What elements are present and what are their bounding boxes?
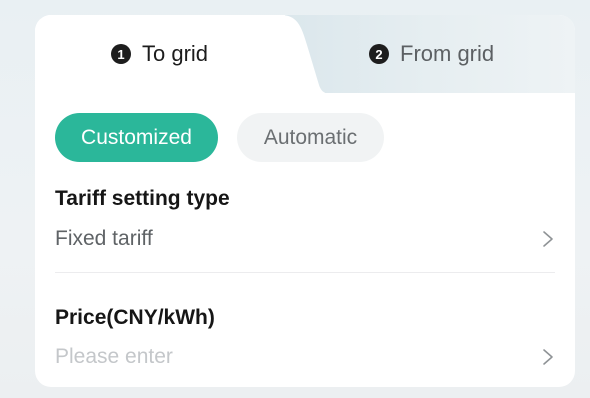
price-input[interactable]: Please enter bbox=[55, 345, 555, 369]
tariff-setting-row[interactable]: Fixed tariff bbox=[55, 227, 555, 251]
chevron-right-icon bbox=[543, 349, 553, 365]
tab-label: From grid bbox=[400, 41, 495, 66]
tab-number-badge: 1 bbox=[111, 44, 131, 64]
tariff-setting-value: Fixed tariff bbox=[55, 227, 153, 250]
divider bbox=[55, 272, 555, 273]
tariff-setting-label: Tariff setting type bbox=[55, 187, 230, 210]
automatic-pill[interactable]: Automatic bbox=[237, 113, 384, 162]
tab-from-grid[interactable]: 2 From grid bbox=[369, 15, 494, 93]
tab-number-badge: 2 bbox=[369, 44, 389, 64]
tab-label: To grid bbox=[142, 41, 209, 66]
price-label: Price(CNY/kWh) bbox=[55, 306, 215, 329]
customized-pill[interactable]: Customized bbox=[55, 113, 218, 162]
tariff-card: 1 To grid 2 From grid Customized Automat… bbox=[35, 15, 575, 387]
chevron-right-icon bbox=[543, 231, 553, 247]
price-placeholder: Please enter bbox=[55, 345, 173, 368]
mode-toggle: Customized Automatic bbox=[55, 113, 384, 162]
price-field: Price(CNY/kWh) Please enter bbox=[55, 306, 555, 368]
tariff-setting-field: Tariff setting type Fixed tariff bbox=[55, 187, 555, 250]
tab-to-grid[interactable]: 1 To grid bbox=[111, 15, 208, 93]
tab-bar: 1 To grid 2 From grid bbox=[35, 15, 575, 93]
